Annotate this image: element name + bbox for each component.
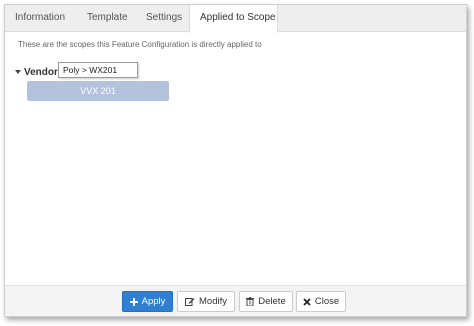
tab-template[interactable]: Template (76, 5, 135, 32)
tab-settings[interactable]: Settings (135, 5, 189, 32)
tree-node-label: Vendor (24, 66, 58, 78)
modify-button[interactable]: Modify (177, 291, 235, 312)
delete-label: Delete (258, 296, 286, 307)
apply-label: Apply (141, 296, 166, 307)
footer-toolbar: Apply Modify Delete Close (5, 285, 466, 316)
trash-icon (246, 297, 255, 306)
tab-bar: Information Template Settings Applied to… (5, 5, 466, 33)
close-button[interactable]: Close (296, 291, 346, 312)
apply-button[interactable]: Apply (122, 291, 173, 312)
dialog-panel: Information Template Settings Applied to… (4, 4, 467, 317)
close-label: Close (314, 296, 340, 307)
edit-icon (185, 297, 195, 306)
close-icon (303, 297, 311, 306)
tab-applied-to-scope[interactable]: Applied to Scope (189, 5, 278, 33)
modify-label: Modify (199, 296, 227, 307)
caret-down-icon[interactable] (15, 70, 21, 74)
delete-button[interactable]: Delete (239, 291, 293, 312)
scope-description: These are the scopes this Feature Config… (18, 40, 262, 49)
scope-item-vvx201[interactable]: VVX 201 (27, 81, 169, 101)
tab-information[interactable]: Information (5, 5, 76, 32)
plus-icon (129, 297, 138, 306)
tree-node-vendor[interactable]: Vendor (15, 65, 58, 79)
scope-path-tooltip: Poly > WX201 (58, 62, 138, 78)
